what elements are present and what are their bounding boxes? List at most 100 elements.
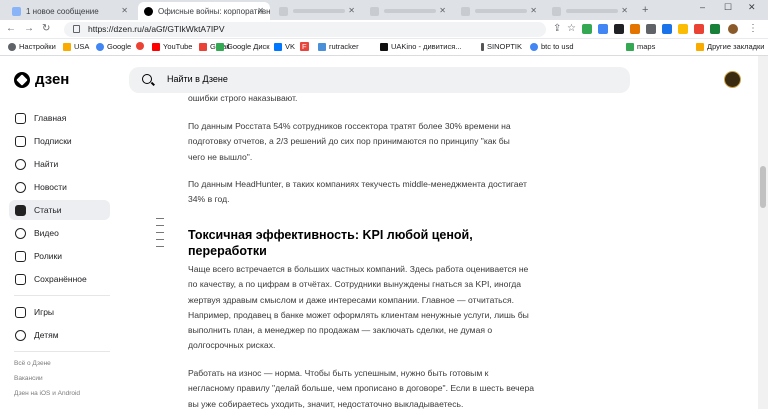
gear-icon <box>8 42 16 51</box>
bookmark-label: btc to usd <box>541 42 574 51</box>
search-placeholder: Найти в Дзене <box>167 74 228 84</box>
back-icon[interactable]: ← <box>6 23 16 34</box>
google-icon <box>96 42 104 51</box>
forward-icon[interactable]: → <box>24 23 34 34</box>
search-input[interactable]: Найти в Дзене <box>129 67 630 93</box>
sidebar-item-articles[interactable]: Статьи <box>9 200 110 220</box>
sidebar-item-label: Подписки <box>34 136 72 146</box>
extension-icon[interactable] <box>662 24 672 34</box>
tab-6[interactable]: ✕ <box>546 2 634 20</box>
bookmark-google[interactable]: Google <box>96 42 131 51</box>
toc-marker[interactable] <box>156 232 164 233</box>
tab-messages[interactable]: 1 новое сообщение ✕ <box>6 2 134 20</box>
extension-icon[interactable] <box>630 24 640 34</box>
bookmark-youtube[interactable]: YouTube <box>152 42 192 51</box>
tab-title-blurred <box>475 9 527 13</box>
minimize-button[interactable]: – <box>700 2 705 12</box>
tab-4[interactable]: ✕ <box>364 2 452 20</box>
bookmark-label: YouTube <box>163 42 193 51</box>
sidebar-item-games[interactable]: Игры <box>9 302 110 322</box>
sidebar-item-label: Найти <box>34 159 59 169</box>
sidebar-item-news[interactable]: Новости <box>9 177 110 197</box>
close-tab-icon[interactable]: ✕ <box>439 6 446 15</box>
sidebar-item-search[interactable]: Найти <box>9 154 110 174</box>
close-tab-icon[interactable]: ✕ <box>121 6 128 15</box>
extension-icon[interactable] <box>710 24 720 34</box>
bookmark-vk[interactable]: VK <box>274 42 295 51</box>
other-bookmarks[interactable]: Другие закладки <box>696 42 764 51</box>
bookmark-settings[interactable]: Настройки <box>8 42 56 51</box>
folder-icon <box>63 42 71 51</box>
page-icon <box>279 6 288 16</box>
sidebar-item-clips[interactable]: Ролики <box>9 246 110 266</box>
reload-icon[interactable]: ↻ <box>42 23 50 34</box>
toc-marker[interactable] <box>156 225 164 226</box>
article-paragraph: По данным Росстата 54% сотрудников госсе… <box>188 121 511 162</box>
share-icon[interactable]: ⇪ <box>553 23 561 34</box>
bookmark-maps[interactable]: maps <box>626 42 655 51</box>
avatar[interactable] <box>724 71 741 88</box>
tab-title-blurred <box>384 9 436 13</box>
dzen-logo[interactable]: дзен <box>14 71 69 88</box>
browser-tab-bar: 1 новое сообщение ✕ Офисные войны: корпо… <box>0 0 768 20</box>
extension-icon[interactable] <box>646 24 656 34</box>
scrollbar-track[interactable] <box>758 56 768 409</box>
sidebar-item-subscriptions[interactable]: Подписки <box>9 131 110 151</box>
bookmark-rutracker[interactable]: rutracker <box>318 42 359 51</box>
extension-icon[interactable] <box>678 24 688 34</box>
toc-marker[interactable] <box>156 239 164 240</box>
dzen-icon <box>144 6 153 16</box>
footer-link-apps[interactable]: Дзен на iOS и Android <box>14 390 80 397</box>
sidebar-item-label: Детям <box>34 330 59 340</box>
extension-icon[interactable] <box>582 24 592 34</box>
url-field[interactable]: https://dzen.ru/a/aGf/GTIkWktA7IPV <box>64 22 546 37</box>
footer-link-about[interactable]: Всё о Дзене <box>14 360 51 367</box>
bookmark-usa[interactable]: USA <box>63 42 89 51</box>
sidebar-item-saved[interactable]: Сохранённое <box>9 269 110 289</box>
new-tab-button[interactable]: + <box>642 4 648 16</box>
kids-icon <box>15 329 26 341</box>
bookmark-f[interactable]: F <box>300 42 309 51</box>
close-window-button[interactable]: ✕ <box>748 2 756 13</box>
extension-icon[interactable] <box>614 24 624 34</box>
bookmark-uakino[interactable]: UAKino - дивитися... <box>380 42 462 51</box>
sidebar-item-video[interactable]: Видео <box>9 223 110 243</box>
bookmark-btc[interactable]: btc to usd <box>530 42 574 51</box>
tab-title: 1 новое сообщение <box>26 6 99 16</box>
toc-marker[interactable] <box>156 246 164 247</box>
close-tab-icon[interactable]: ✕ <box>348 6 355 15</box>
gmail-icon <box>199 42 207 51</box>
youtube-icon <box>152 42 160 51</box>
sidebar-item-kids[interactable]: Детям <box>9 325 110 345</box>
footer-link-jobs[interactable]: Вакансии <box>14 375 43 382</box>
profile-avatar-icon[interactable] <box>728 24 738 34</box>
browser-menu-icon[interactable]: ⋮ <box>748 23 758 34</box>
tab-3[interactable]: ✕ <box>273 2 361 20</box>
search-icon <box>142 74 152 84</box>
home-icon <box>15 112 26 124</box>
maximize-button[interactable]: ☐ <box>724 2 732 13</box>
close-tab-icon[interactable]: ✕ <box>621 6 628 15</box>
bookmark-label: maps <box>637 42 656 51</box>
close-tab-icon[interactable]: ✕ <box>257 6 264 15</box>
sidebar-divider <box>14 295 110 296</box>
scrollbar-thumb[interactable] <box>760 166 766 208</box>
sidebar-item-label: Статьи <box>34 205 62 215</box>
rutracker-icon <box>318 42 326 51</box>
dzen-page: дзен Найти в Дзене Главная Подписки Найт… <box>0 56 768 409</box>
tab-article[interactable]: Офисные войны: корпоративн ✕ <box>138 2 270 20</box>
tab-5[interactable]: ✕ <box>455 2 543 20</box>
sidebar-item-home[interactable]: Главная <box>9 108 110 128</box>
article-paragraph: Чаще всего встречается в больших частных… <box>188 264 529 351</box>
bookmark-sinoptik[interactable]: SINOPTIK <box>481 42 522 51</box>
bookmark-google-drive[interactable]: Google Диск <box>216 42 270 51</box>
bookmark-red[interactable] <box>136 42 147 50</box>
toc-marker[interactable] <box>156 218 164 219</box>
extension-icon[interactable] <box>598 24 608 34</box>
star-icon[interactable]: ☆ <box>567 23 576 34</box>
mail-icon <box>12 6 21 16</box>
extension-icon[interactable] <box>694 24 704 34</box>
sidebar-item-label: Видео <box>34 228 59 238</box>
close-tab-icon[interactable]: ✕ <box>530 6 537 15</box>
google-icon <box>530 42 538 51</box>
